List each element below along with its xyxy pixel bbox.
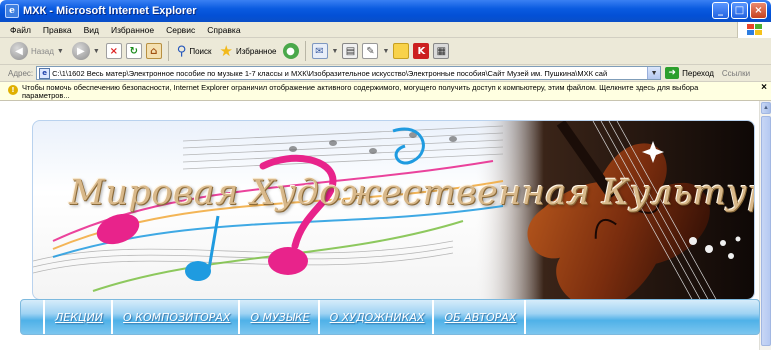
nav-authors[interactable]: ОБ АВТОРАХ [434,300,527,334]
nav-artists[interactable]: О ХУДОЖНИКАХ [320,300,435,334]
address-bar: Адрес: e C:\1\1602 Весь матер\Электронно… [0,65,771,82]
information-bar[interactable]: ! Чтобы помочь обеспечению безопасности,… [0,82,771,101]
home-icon[interactable]: ⌂ [145,43,162,59]
window-controls: _ □ × [712,2,767,19]
stop-icon[interactable]: × [105,43,122,59]
go-label: Переход [682,68,714,78]
blue-note-stem [207,215,220,270]
back-dropdown-icon[interactable]: ▼ [57,48,64,55]
information-bar-close-icon[interactable]: × [761,83,767,93]
address-label: Адрес: [8,68,34,78]
forward-dropdown-icon[interactable]: ▼ [93,48,100,55]
toolbar-separator [167,41,169,61]
menu-help[interactable]: Справка [201,25,246,35]
standard-toolbar: ◀ Назад ▼ ▶ ▼ × ↻ ⌂ ⚲ Поиск ★ Избранное … [0,38,771,65]
forward-arrow-icon: ▶ [71,42,90,60]
mail-icon[interactable]: ✉ [311,43,328,59]
nav-composers[interactable]: О КОМПОЗИТОРАХ [113,300,241,334]
edit-dropdown-icon[interactable]: ▼ [382,48,389,55]
address-url: C:\1\1602 Весь матер\Электронное пособие… [52,68,608,78]
maximize-button[interactable]: □ [731,2,748,19]
go-arrow-icon: ➜ [665,67,680,79]
forward-button[interactable]: ▶ ▼ [70,40,102,62]
site-title: Мировая Художественная Культура [69,173,755,213]
information-bar-text: Чтобы помочь обеспечению безопасности, I… [22,83,699,100]
warning-shield-icon: ! [8,85,18,95]
mail-dropdown-icon[interactable]: ▼ [332,48,339,55]
blue-swirl [392,127,425,165]
minimize-button[interactable]: _ [712,2,729,19]
messenger-icon[interactable]: ▦ [433,43,450,59]
pink-note-head [268,247,308,275]
address-input[interactable]: e C:\1\1602 Весь матер\Электронное пособ… [36,66,662,80]
toolbar-separator [304,41,306,61]
vertical-scrollbar[interactable]: ▲ [759,101,771,350]
page-icon: e [39,67,51,79]
menu-tools[interactable]: Сервис [160,25,201,35]
media-icon[interactable]: ● [282,43,299,59]
links-button[interactable]: Ссылки [722,69,750,78]
back-label: Назад [31,46,54,56]
ie-logo-icon: e [5,4,19,18]
scroll-up-icon[interactable]: ▲ [761,102,771,114]
nav-lectures[interactable]: ЛЕКЦИИ [43,300,114,334]
address-dropdown-icon[interactable]: ▼ [647,67,661,79]
search-label: Поиск [189,46,212,56]
menu-view[interactable]: Вид [78,25,105,35]
scroll-thumb[interactable] [761,116,771,346]
search-icon: ⚲ [176,43,187,58]
menu-favorites[interactable]: Избранное [105,25,160,35]
menu-file[interactable]: Файл [4,25,37,35]
star-icon: ★ [219,43,233,60]
blue-note-head [185,261,211,281]
search-button[interactable]: ⚲ Поиск [175,40,214,62]
window-title: МХК - Microsoft Internet Explorer [23,5,197,17]
menu-edit[interactable]: Правка [37,25,78,35]
menu-bar: Файл Правка Вид Избранное Сервис Справка [0,22,771,38]
refresh-icon[interactable]: ↻ [125,43,142,59]
back-button[interactable]: ◀ Назад ▼ [8,40,66,62]
close-button[interactable]: × [750,2,767,19]
main-navigation: ЛЕКЦИИ О КОМПОЗИТОРАХ О МУЗЫКЕ О ХУДОЖНИ… [20,299,760,335]
nav-music[interactable]: О МУЗЫКЕ [240,300,320,334]
print-icon[interactable]: ▤ [342,43,359,59]
folder-icon[interactable] [393,43,410,59]
edit-icon[interactable]: ✎ [362,43,379,59]
window-titlebar: e МХК - Microsoft Internet Explorer _ □ … [0,0,771,22]
go-button[interactable]: ➜ Переход [665,67,714,79]
favorites-button[interactable]: ★ Избранное [218,40,279,62]
favorites-label: Избранное [235,46,277,56]
research-icon[interactable]: K [413,43,430,59]
windows-logo-icon [746,24,762,35]
windows-flag-icon [737,22,771,38]
back-arrow-icon: ◀ [10,42,28,60]
site-banner: Мировая Художественная Культура [32,120,755,300]
